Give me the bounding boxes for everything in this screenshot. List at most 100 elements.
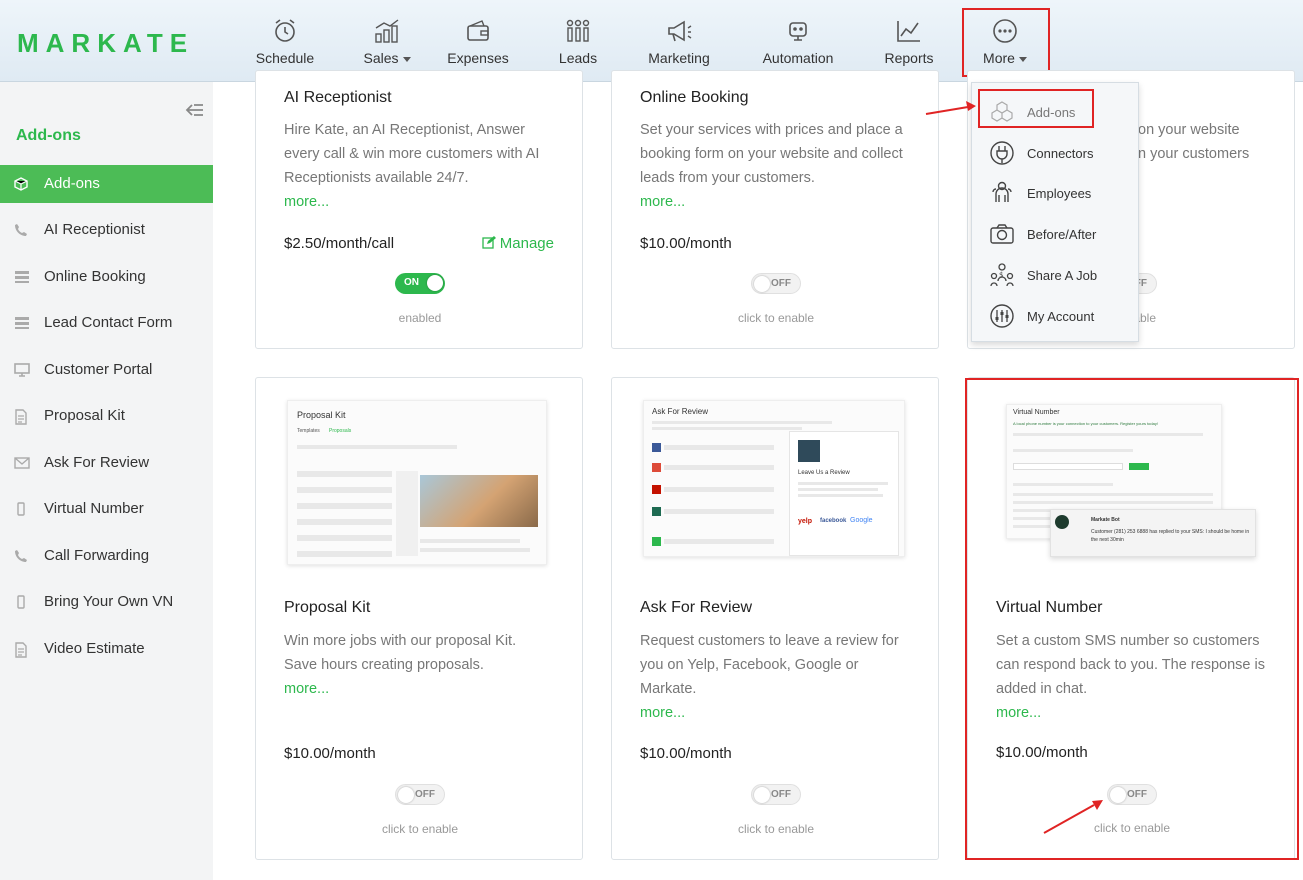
robot-icon — [789, 22, 807, 41]
sidebar-item-label: Lead Contact Form — [44, 314, 173, 331]
menu-item-before-after[interactable]: Before/After — [972, 216, 1138, 252]
employees-icon — [992, 181, 1012, 202]
share-job-icon: $ — [990, 263, 1014, 287]
preview-heading: Leave Us a Review — [798, 470, 850, 476]
sidebar-item-label: Proposal Kit — [44, 407, 125, 424]
card-ai-receptionist: AI Receptionist Hire Kate, an AI Recepti… — [255, 70, 583, 349]
sidebar-item-lead-contact-form[interactable]: Lead Contact Form — [0, 304, 213, 342]
sidebar-item-label: Add-ons — [44, 175, 100, 192]
sidebar-item-proposal-kit[interactable]: Proposal Kit — [0, 397, 213, 435]
plug-icon — [990, 141, 1014, 165]
sidebar-item-ai-receptionist[interactable]: AI Receptionist — [0, 211, 213, 249]
sidebar-item-online-booking[interactable]: Online Booking — [0, 258, 213, 296]
mobile-icon — [17, 502, 25, 516]
toggle-knob — [427, 275, 443, 291]
edit-icon — [481, 236, 496, 249]
preview-title: Proposal Kit — [297, 410, 346, 420]
more-link[interactable]: more... — [284, 677, 559, 701]
card-title: Online Booking — [640, 89, 749, 106]
card-price: $10.00/month — [284, 745, 376, 762]
sidebar-item-addons[interactable]: Add-ons — [0, 165, 213, 203]
more-link[interactable]: more... — [284, 190, 559, 214]
nav-schedule[interactable]: Schedule — [254, 14, 316, 74]
card-price: $10.00/month — [640, 745, 732, 762]
card-title: Proposal Kit — [284, 599, 371, 616]
sidebar-item-label: Online Booking — [44, 268, 146, 285]
nav-expenses-label: Expenses — [447, 50, 509, 66]
toggle-knob — [754, 276, 770, 292]
preview-tab: Templates — [297, 428, 320, 434]
card-description-fragment: n your customers — [1138, 146, 1250, 162]
menu-item-share-a-job[interactable]: $ Share A Job — [972, 257, 1138, 293]
proposal-kit-screenshot: Proposal Kit Templates Proposals — [287, 400, 547, 565]
menu-item-label: My Account — [1027, 308, 1095, 324]
toggle-knob — [754, 787, 770, 803]
menu-item-label: Connectors — [1027, 145, 1094, 161]
nav-marketing[interactable]: Marketing — [645, 14, 713, 74]
sidebar-item-label: Virtual Number — [44, 500, 144, 517]
card-description: Set your services with prices and place … — [640, 122, 903, 186]
menu-item-label: Before/After — [1027, 226, 1097, 242]
toggle-switch[interactable]: OFF — [751, 273, 801, 294]
card-online-booking: Online Booking Set your services with pr… — [611, 70, 939, 349]
nav-automation-label: Automation — [762, 50, 834, 66]
nav-sales[interactable]: Sales — [360, 14, 414, 74]
svg-text:$: $ — [999, 271, 1003, 279]
toggle-switch[interactable]: ON — [395, 273, 445, 294]
money-chart-icon — [375, 19, 399, 43]
nav-reports[interactable]: Reports — [882, 14, 936, 74]
camera-icon — [990, 224, 1014, 244]
toggle-knob — [398, 787, 414, 803]
markate-logo[interactable]: MARKATE — [17, 28, 194, 59]
mobile-icon — [17, 595, 25, 609]
nav-sales-label: Sales — [363, 50, 399, 66]
toggle-caption: click to enable — [737, 311, 815, 325]
sidebar-title: Add-ons — [16, 127, 81, 144]
monitor-icon — [14, 363, 30, 377]
sidebar-item-virtual-number[interactable]: Virtual Number — [0, 490, 213, 528]
toggle-switch[interactable]: OFF — [751, 784, 801, 805]
preview-title: Ask For Review — [652, 407, 709, 416]
settings-sliders-icon — [990, 304, 1014, 328]
nav-automation[interactable]: Automation — [759, 14, 837, 74]
more-highlight-box — [962, 8, 1050, 77]
list-icon — [15, 317, 29, 329]
preview-tab: Proposals — [329, 428, 352, 434]
manage-link[interactable]: Manage — [481, 235, 554, 252]
sidebar-item-label: AI Receptionist — [44, 221, 145, 238]
menu-item-employees[interactable]: Employees — [972, 175, 1138, 211]
toggle-label: OFF — [415, 789, 435, 800]
sidebar-item-label: Customer Portal — [44, 361, 153, 378]
envelope-icon — [14, 457, 30, 469]
nav-leads-label: Leads — [558, 50, 598, 66]
toggle-switch[interactable]: OFF — [395, 784, 445, 805]
card-price: $2.50/month/call — [284, 235, 395, 252]
sidebar-item-video-estimate[interactable]: Video Estimate — [0, 630, 213, 668]
menu-item-my-account[interactable]: My Account — [972, 298, 1138, 334]
more-link[interactable]: more... — [640, 701, 915, 725]
card-title: AI Receptionist — [284, 89, 392, 106]
toggle-label: OFF — [771, 278, 791, 289]
sidebar-item-label: Bring Your Own VN — [44, 593, 174, 610]
sidebar-item-call-forwarding[interactable]: Call Forwarding — [0, 537, 213, 575]
alarm-clock-icon — [275, 19, 295, 42]
nav-expenses[interactable]: Expenses — [446, 14, 510, 74]
line-chart-icon — [897, 21, 920, 42]
toggle-caption: click to enable — [381, 822, 459, 836]
toggle-label: ON — [404, 277, 419, 288]
chevron-down-icon — [402, 56, 411, 62]
sidebar-item-bring-your-own-vn[interactable]: Bring Your Own VN — [0, 583, 213, 621]
menu-item-connectors[interactable]: Connectors — [972, 135, 1138, 171]
nav-leads[interactable]: Leads — [555, 14, 601, 74]
phone-icon — [15, 224, 27, 236]
more-link[interactable]: more... — [640, 190, 915, 214]
collapse-arrow-icon[interactable] — [184, 102, 204, 118]
sidebar-item-ask-for-review[interactable]: Ask For Review — [0, 444, 213, 482]
sidebar-item-customer-portal[interactable]: Customer Portal — [0, 351, 213, 389]
card-proposal-kit: Proposal Kit Templates Proposals Proposa… — [255, 377, 583, 860]
toggle-label: OFF — [771, 789, 791, 800]
nav-schedule-label: Schedule — [255, 50, 315, 66]
list-icon — [15, 271, 29, 283]
phone-icon — [15, 550, 27, 562]
virtual-number-highlight-box — [965, 378, 1299, 860]
